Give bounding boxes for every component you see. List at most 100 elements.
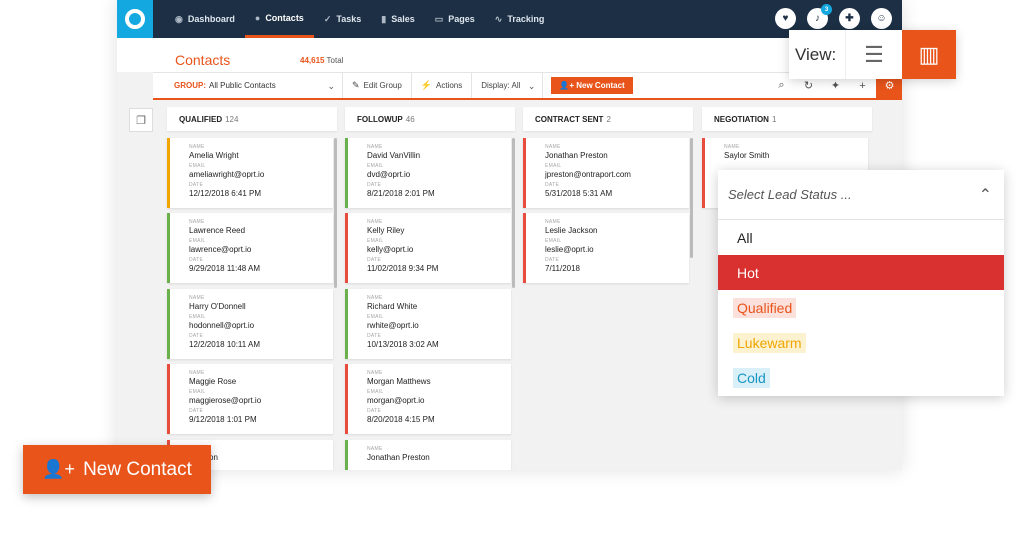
name-value: Richard White: [367, 302, 418, 311]
nav-sales[interactable]: ▮ Sales: [371, 0, 424, 38]
lead-status-option-lukewarm[interactable]: Lukewarm: [718, 325, 1004, 360]
page-icon: ▭: [434, 13, 444, 24]
column-header[interactable]: FOLLOWUP 46: [345, 107, 515, 131]
email-value: ameliawright@oprt.io: [189, 170, 265, 179]
email-value: kelly@oprt.io: [367, 245, 414, 254]
nav-label: Tasks: [336, 14, 362, 24]
bell-icon[interactable]: ♪ 3: [807, 4, 832, 29]
nav-pages[interactable]: ▭ Pages: [425, 0, 485, 38]
board-view-icon[interactable]: ▥: [902, 30, 956, 79]
date-value: 7/11/2018: [545, 264, 580, 273]
group-value: All Public Contacts: [209, 81, 276, 90]
column-scrollbar[interactable]: [334, 138, 337, 288]
column-title: CONTRACT SENT: [535, 115, 604, 124]
top-icons: ♥ ♪ 3 ✚ ☺: [775, 4, 892, 29]
main-nav: ◉ Dashboard ● Contacts ✓ Tasks ▮ Sales ▭ Pages ∿ Tr…: [165, 0, 554, 38]
option-label: Cold: [733, 367, 770, 388]
edit-group-button[interactable]: ✎ Edit Group: [343, 73, 412, 98]
email-value: jpreston@ontraport.com: [545, 170, 631, 179]
edit-icon: ✎: [352, 80, 360, 90]
column-count: 1: [771, 115, 777, 124]
contact-card[interactable]: NAME Jonathan Preston EMAIL jpreston@ontrap…: [523, 138, 689, 208]
group-select[interactable]: GROUP: All Public Contacts ⌄: [153, 73, 343, 98]
nav-label: Contacts: [265, 12, 304, 23]
group-label: GROUP:: [174, 81, 206, 90]
lead-status-options: All Hot Qualified Lukewarm Cold: [718, 220, 1004, 395]
date-value: 12/12/2018 6:41 PM: [189, 189, 262, 198]
kanban-column: CONTRACT SENT 2 NAME Jonathan Preston EMAIL j…: [523, 107, 693, 470]
nav-label: Tracking: [507, 14, 545, 24]
contact-card[interactable]: NAME Morgan Matthews EMAIL morgan@oprt.io DA…: [345, 364, 511, 434]
lead-status-option-qualified[interactable]: Qualified: [718, 290, 1004, 325]
column-title: QUALIFIED: [179, 115, 223, 124]
lead-status-select[interactable]: Select Lead Status ... ⌃: [718, 170, 1004, 220]
option-label: Hot: [737, 264, 759, 281]
view-switcher: View: ☰ ▥: [789, 30, 956, 79]
nav-tracking[interactable]: ∿ Tracking: [485, 0, 555, 38]
list-view-icon[interactable]: ☰: [845, 30, 902, 79]
column-header[interactable]: QUALIFIED 124: [167, 107, 337, 131]
avatar[interactable]: ☺: [871, 8, 892, 29]
column-header[interactable]: NEGOTIATION 1: [702, 107, 872, 131]
view-label: View:: [795, 44, 837, 64]
display-select[interactable]: Display: All ⌄: [472, 73, 544, 98]
column-count: 2: [606, 115, 611, 124]
lead-status-option-cold[interactable]: Cold: [718, 360, 1004, 395]
contact-card[interactable]: NAME Jonathan Preston: [345, 440, 511, 470]
lightning-icon: ⚡: [420, 80, 433, 90]
page-title: Contacts: [175, 52, 231, 68]
email-value: dvd@oprt.io: [367, 170, 411, 179]
nav-dashboard[interactable]: ◉ Dashboard: [165, 0, 245, 38]
column-count: 46: [405, 115, 415, 124]
column-header[interactable]: CONTRACT SENT 2: [523, 107, 693, 131]
name-value: Kelly Riley: [367, 226, 405, 235]
lead-status-dropdown: Select Lead Status ... ⌃ All Hot Qualified…: [718, 170, 1004, 396]
pin-icon[interactable]: ✚: [839, 8, 860, 29]
kanban-column: QUALIFIED 124 NAME Amelia Wright EMAIL amelia…: [167, 107, 337, 470]
actions-button[interactable]: ⚡ Actions: [412, 73, 473, 98]
name-value: Maggie Rose: [189, 377, 237, 386]
dashboard-icon: ◉: [175, 13, 183, 24]
nav-contacts[interactable]: ● Contacts: [244, 0, 314, 38]
logo-icon[interactable]: [117, 0, 153, 38]
page-header: Contacts 44,615 Total: [117, 38, 902, 72]
lead-status-option-all[interactable]: All: [718, 220, 1004, 255]
big-new-contact-button[interactable]: 👤+ New Contact: [23, 445, 211, 494]
column-scrollbar[interactable]: [690, 138, 693, 258]
big-new-contact-label: New Contact: [83, 458, 192, 480]
contact-card[interactable]: NAME Leslie Jackson EMAIL leslie@oprt.io DAT…: [523, 213, 689, 283]
column-count: 124: [225, 115, 239, 124]
date-value: 12/2/2018 10:11 AM: [189, 340, 261, 349]
column-toggle-icon[interactable]: ❐: [129, 108, 153, 132]
column-scrollbar[interactable]: [512, 138, 515, 288]
email-value: morgan@oprt.io: [367, 396, 425, 405]
contact-card[interactable]: NAME Maggie Rose EMAIL maggierose@oprt.io DA…: [167, 364, 333, 434]
nav-tasks[interactable]: ✓ Tasks: [314, 0, 371, 38]
new-contact-button[interactable]: 👤+ New Contact: [551, 77, 633, 94]
heart-icon[interactable]: ♥: [775, 8, 796, 29]
name-value: Lawrence Reed: [189, 226, 246, 235]
contact-card[interactable]: NAME Harry O'Donnell EMAIL hodonnell@oprt.i…: [167, 289, 333, 359]
contact-card[interactable]: NAME David VanVillin EMAIL dvd@oprt.io DATE 8…: [345, 138, 511, 208]
date-value: 10/13/2018 3:02 AM: [367, 340, 439, 349]
contact-card[interactable]: NAME Richard White EMAIL rwhite@oprt.io DATE…: [345, 289, 511, 359]
chevron-down-icon: ⌄: [327, 81, 335, 91]
date-value: 5/31/2018 5:31 AM: [545, 189, 613, 198]
bar-chart-icon: ▮: [381, 13, 387, 24]
total-count: 44,615 Total: [300, 56, 344, 65]
name-value: Leslie Jackson: [545, 226, 598, 235]
contact-card[interactable]: NAME Lawrence Reed EMAIL lawrence@oprt.io DA…: [167, 213, 333, 283]
contact-card[interactable]: NAME Amelia Wright EMAIL ameliawright@oprt.…: [167, 138, 333, 208]
name-value: David VanVillin: [367, 151, 421, 160]
lead-status-placeholder: Select Lead Status ...: [728, 187, 852, 202]
name-value: Morgan Matthews: [367, 377, 431, 386]
kanban-column: FOLLOWUP 46 NAME David VanVillin EMAIL dvd@op…: [345, 107, 515, 470]
lead-status-option-hot[interactable]: Hot: [718, 255, 1004, 290]
name-value: Jonathan Preston: [545, 151, 608, 160]
chevron-up-icon[interactable]: ⌃: [979, 185, 992, 205]
chevron-down-icon: ⌄: [527, 81, 536, 91]
contact-card[interactable]: NAME Kelly Riley EMAIL kelly@oprt.io DATE 11/…: [345, 213, 511, 283]
nav-label: Pages: [448, 14, 475, 24]
date-value: 8/20/2018 4:15 PM: [367, 415, 435, 424]
person-icon: ●: [254, 12, 261, 23]
